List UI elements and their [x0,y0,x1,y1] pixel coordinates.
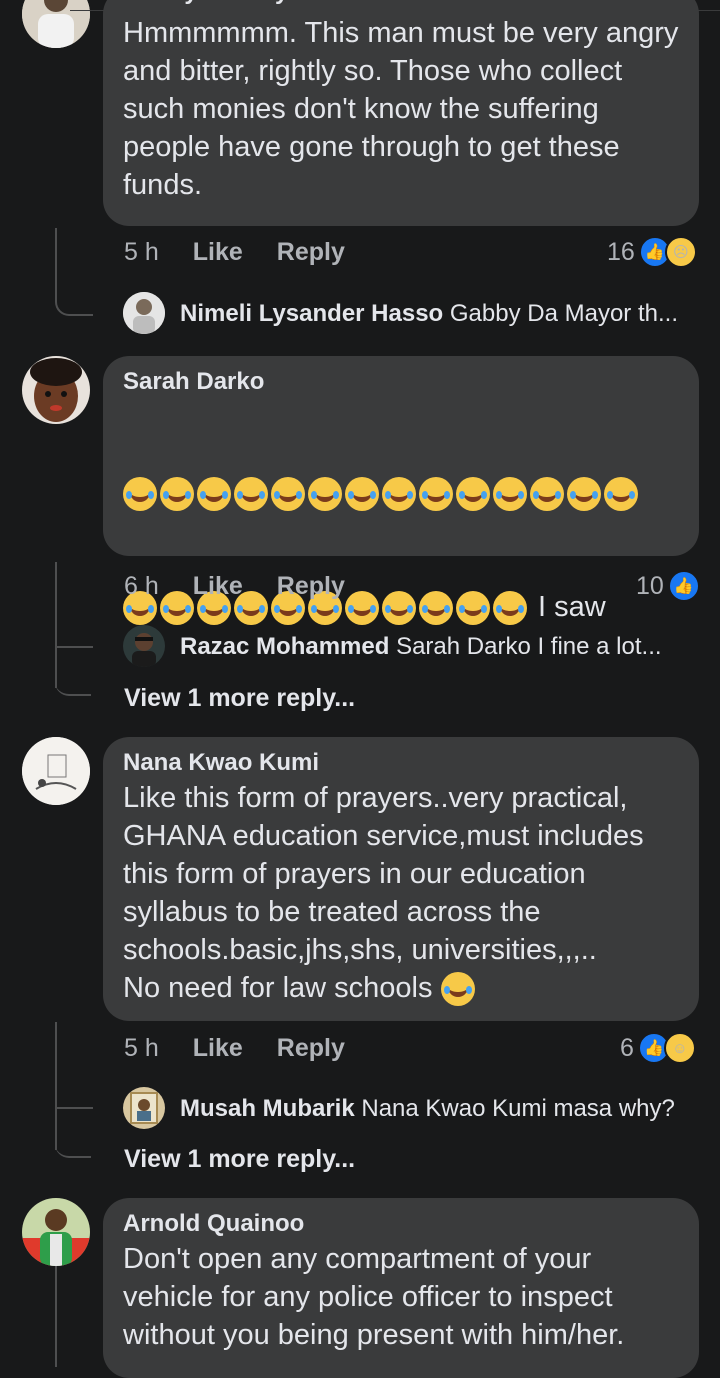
emoji-row [123,474,679,512]
thread-line [57,1107,93,1109]
reply-button[interactable]: Reply [277,572,345,601]
laughing-emoji-icon [493,591,527,626]
comment-actions: 5 h Like Reply [124,1034,345,1063]
laughing-emoji-icon [308,477,342,512]
reply-preview[interactable]: Razac Mohammed Sarah Darko I fine a lot.… [180,633,662,661]
comment-actions: 6 h Like Reply [124,572,345,601]
reply-preview[interactable]: Nimeli Lysander Hasso Gabby Da Mayor th.… [180,300,678,328]
laughing-emoji-icon [345,591,379,626]
view-more-replies[interactable]: View 1 more reply... [124,684,355,713]
comment-author[interactable]: Nana Kwao Kumi [123,747,679,779]
avatar[interactable] [123,292,165,334]
reply-author: Musah Mubarik [180,1095,355,1122]
avatar[interactable] [22,737,90,805]
thread-line [55,228,93,316]
view-more-replies[interactable]: View 1 more reply... [124,1145,355,1174]
comment-text: Hmmmmmm. This man must be very angry and… [123,17,687,201]
comment-text: Like this form of prayers..very practica… [123,779,679,1007]
laughing-emoji-icon [197,477,231,512]
avatar[interactable] [123,1087,165,1129]
laughing-emoji-icon [345,477,379,512]
reaction-summary[interactable]: 16 👍 ☹ [607,236,697,268]
comment-text-part: I saw [530,591,606,623]
comment-actions: 5 h Like Reply [124,238,345,267]
laughing-emoji-icon [123,477,157,512]
like-button[interactable]: Like [193,572,243,601]
sad-icon: ☹ [664,236,697,268]
laughing-emoji-icon [604,477,638,512]
reply-button[interactable]: Reply [277,1034,345,1063]
like-button[interactable]: Like [193,1034,243,1063]
thread-line [55,660,91,696]
thread-line [57,646,93,648]
comment-text-body: Like this form of prayers..very practica… [123,782,644,1004]
reaction-summary[interactable]: 6 👍 ☺ [620,1032,696,1064]
reply-text: Sarah Darko I fine a lot... [396,633,662,660]
laughing-emoji-icon [567,477,601,512]
comment-bubble: Gabby Da Mayor Hmmmmmm. This man must be… [103,0,699,226]
laughing-emoji-icon [271,477,305,512]
comment-bubble: Sarah Darko I saw these video and I laug… [103,356,699,813]
comment-time: 6 h [124,572,159,600]
reaction-count: 10 [636,571,664,600]
reaction-count: 16 [607,237,635,266]
reply-text: Gabby Da Mayor th... [449,300,678,327]
laugh-icon: ☺ [663,1032,696,1064]
comment-author[interactable]: Arnold Quainoo [123,1208,679,1240]
reply-author: Nimeli Lysander Hasso [180,300,444,327]
comment-time: 5 h [124,1034,159,1062]
laughing-emoji-icon [160,477,194,512]
reply-author: Razac Mohammed [180,633,390,660]
reply-text: Nana Kwao Kumi masa why? [361,1095,675,1122]
reply-preview[interactable]: Musah Mubarik Nana Kwao Kumi masa why? [180,1095,675,1123]
laughing-emoji-icon [456,591,490,626]
laughing-emoji-icon [382,477,416,512]
reaction-summary[interactable]: 10 👍 [636,570,700,602]
laughing-emoji-icon [493,477,527,512]
laughing-emoji-icon [440,972,475,1007]
laughing-emoji-icon [456,477,490,512]
laughing-emoji-icon [419,477,453,512]
comment-bubble: Nana Kwao Kumi Like this form of prayers… [103,737,699,1021]
like-button[interactable]: Like [193,238,243,267]
like-icon: 👍 [667,570,700,602]
thread-line [55,1122,91,1158]
comment-bubble: Arnold Quainoo Don't open any compartmen… [103,1198,699,1378]
reaction-count: 6 [620,1033,634,1062]
avatar[interactable] [22,356,90,424]
laughing-emoji-icon [419,591,453,626]
top-divider [70,0,720,11]
avatar[interactable] [123,625,165,667]
comment-author[interactable]: Sarah Darko [123,366,679,398]
comment-text: Don't open any compartment of your vehic… [123,1243,625,1351]
comment-time: 5 h [124,238,159,266]
laughing-emoji-icon [382,591,416,626]
thread-line [55,1266,57,1367]
laughing-emoji-icon [234,477,268,512]
laughing-emoji-icon [530,477,564,512]
avatar[interactable] [22,1198,90,1266]
reply-button[interactable]: Reply [277,238,345,267]
